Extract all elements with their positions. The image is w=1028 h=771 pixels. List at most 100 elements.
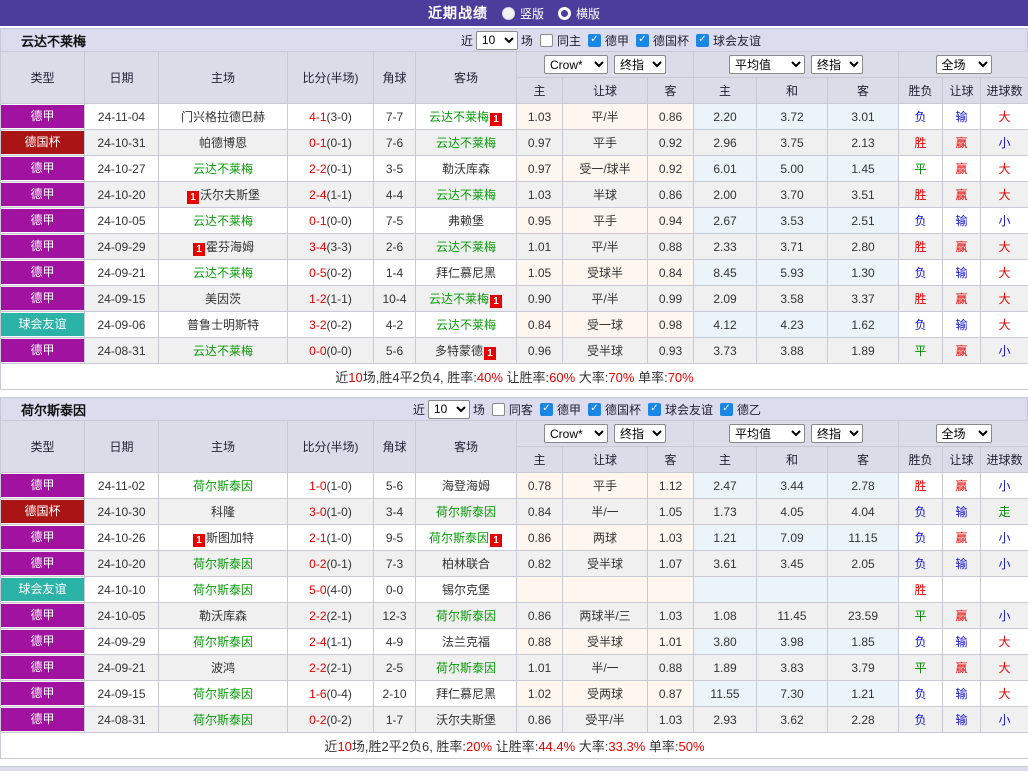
away-team-link[interactable]: 荷尔斯泰因1 xyxy=(429,531,503,545)
avg-home: 1.21 xyxy=(694,525,757,551)
avg-away: 1.30 xyxy=(828,260,899,286)
home-team-link[interactable]: 门兴格拉德巴赫 xyxy=(181,110,265,124)
league-checkbox[interactable]: ✓ xyxy=(636,34,649,47)
away-team-link[interactable]: 弗赖堡 xyxy=(448,214,484,228)
full-time-score[interactable]: 4-1 xyxy=(309,110,326,124)
full-time-score[interactable]: 0-1 xyxy=(309,214,326,228)
home-team-link[interactable]: 荷尔斯泰因 xyxy=(193,635,253,649)
full-time-score[interactable]: 0-2 xyxy=(309,713,326,727)
home-team-link[interactable]: 荷尔斯泰因 xyxy=(193,687,253,701)
home-team-link[interactable]: 1斯图加特 xyxy=(192,531,254,545)
full-time-score[interactable]: 1-2 xyxy=(309,292,326,306)
home-team-link[interactable]: 帕德博恩 xyxy=(199,136,247,150)
away-team-link[interactable]: 拜仁慕尼黑 xyxy=(436,687,496,701)
avg-home: 3.80 xyxy=(694,629,757,655)
odds-away: 1.12 xyxy=(648,473,694,499)
away-team-link[interactable]: 云达不莱梅1 xyxy=(429,110,503,124)
home-team-link[interactable]: 勒沃库森 xyxy=(199,609,247,623)
full-time-score[interactable]: 2-1 xyxy=(309,531,326,545)
full-time-score[interactable]: 5-0 xyxy=(309,583,326,597)
home-team-link[interactable]: 云达不莱梅 xyxy=(193,266,253,280)
radio-vertical[interactable]: 竖版 xyxy=(502,5,544,22)
home-team-link[interactable]: 波鸿 xyxy=(211,661,235,675)
full-time-score[interactable]: 2-2 xyxy=(309,661,326,675)
home-team-link[interactable]: 云达不莱梅 xyxy=(193,344,253,358)
home-team-link[interactable]: 云达不莱梅 xyxy=(193,162,253,176)
average-select[interactable]: 平均值 xyxy=(729,55,805,74)
full-time-score[interactable]: 0-2 xyxy=(309,557,326,571)
home-team-link[interactable]: 1沃尔夫斯堡 xyxy=(186,188,260,202)
full-time-score[interactable]: 1-0 xyxy=(309,479,326,493)
full-time-score[interactable]: 3-0 xyxy=(309,505,326,519)
full-time-score[interactable]: 2-4 xyxy=(309,635,326,649)
summary-segment: 40% xyxy=(477,370,503,385)
league-checkbox[interactable]: ✓ xyxy=(720,403,733,416)
odds-away: 0.92 xyxy=(648,156,694,182)
league-checkbox[interactable]: ✓ xyxy=(648,403,661,416)
final-index-select[interactable]: 终指 xyxy=(614,55,666,74)
league-checkbox[interactable]: ✓ xyxy=(696,34,709,47)
full-time-score[interactable]: 0-5 xyxy=(309,266,326,280)
match-count-select[interactable]: 10 xyxy=(428,400,470,419)
odds-away: 0.92 xyxy=(648,130,694,156)
home-team-link[interactable]: 荷尔斯泰因 xyxy=(193,557,253,571)
home-team-link[interactable]: 普鲁士明斯特 xyxy=(187,318,259,332)
away-team-link[interactable]: 海登海姆 xyxy=(442,479,490,493)
home-team-link[interactable]: 荷尔斯泰因 xyxy=(193,479,253,493)
away-team-link[interactable]: 法兰克福 xyxy=(442,635,490,649)
full-time-score[interactable]: 0-1 xyxy=(309,136,326,150)
corner-count: 4-9 xyxy=(374,629,416,655)
final-index-select[interactable]: 终指 xyxy=(614,424,666,443)
full-time-score[interactable]: 2-2 xyxy=(309,162,326,176)
away-team-link[interactable]: 荷尔斯泰因 xyxy=(436,661,496,675)
radio-unselected-icon[interactable] xyxy=(558,7,571,20)
away-team-link[interactable]: 沃尔夫斯堡 xyxy=(436,713,496,727)
final-index-select[interactable]: 终指 xyxy=(811,55,863,74)
league-checkbox[interactable]: ✓ xyxy=(588,403,601,416)
full-time-score[interactable]: 3-2 xyxy=(309,318,326,332)
away-team-link[interactable]: 锡尔克堡 xyxy=(442,583,490,597)
radio-horizontal[interactable]: 横版 xyxy=(558,5,600,22)
goals-result-value: 小 xyxy=(981,130,1028,156)
away-team-link[interactable]: 云达不莱梅 xyxy=(436,240,496,254)
bookmaker-select[interactable]: Crow* xyxy=(544,424,608,443)
home-team-link[interactable]: 1霍芬海姆 xyxy=(192,240,254,254)
home-team-link[interactable]: 美因茨 xyxy=(205,292,241,306)
away-team-link[interactable]: 云达不莱梅1 xyxy=(429,292,503,306)
away-team-link[interactable]: 荷尔斯泰因 xyxy=(436,609,496,623)
avg-away: 1.85 xyxy=(828,629,899,655)
full-time-score[interactable]: 2-2 xyxy=(309,609,326,623)
away-team-link[interactable]: 云达不莱梅 xyxy=(436,318,496,332)
full-time-score[interactable]: 2-4 xyxy=(309,188,326,202)
scope-select[interactable]: 全场 xyxy=(936,55,992,74)
match-count-select[interactable]: 10 xyxy=(476,31,518,50)
home-team-link[interactable]: 云达不莱梅 xyxy=(193,214,253,228)
away-team-link[interactable]: 荷尔斯泰因 xyxy=(436,505,496,519)
away-team-link[interactable]: 云达不莱梅 xyxy=(436,188,496,202)
away-team-link[interactable]: 柏林联合 xyxy=(442,557,490,571)
same-side-checkbox[interactable] xyxy=(540,34,553,47)
league-checkbox[interactable]: ✓ xyxy=(540,403,553,416)
average-select[interactable]: 平均值 xyxy=(729,424,805,443)
final-index-select[interactable]: 终指 xyxy=(811,424,863,443)
home-team-link[interactable]: 科隆 xyxy=(211,505,235,519)
radio-selected-icon[interactable] xyxy=(502,7,515,20)
home-team-cell: 1沃尔夫斯堡 xyxy=(159,182,288,208)
full-time-score[interactable]: 3-4 xyxy=(309,240,326,254)
scope-select[interactable]: 全场 xyxy=(936,424,992,443)
bookmaker-select[interactable]: Crow* xyxy=(544,55,608,74)
score-cell: 2-2(2-1) xyxy=(288,603,374,629)
home-team-link[interactable]: 荷尔斯泰因 xyxy=(193,583,253,597)
same-side-checkbox[interactable] xyxy=(492,403,505,416)
rank-badge: 1 xyxy=(193,534,205,547)
away-team-link[interactable]: 拜仁慕尼黑 xyxy=(436,266,496,280)
away-team-link[interactable]: 云达不莱梅 xyxy=(436,136,496,150)
header-type: 类型 xyxy=(1,421,85,473)
league-cell: 德甲 xyxy=(1,525,85,551)
full-time-score[interactable]: 1-6 xyxy=(309,687,326,701)
away-team-link[interactable]: 多特蒙德1 xyxy=(435,344,497,358)
league-checkbox[interactable]: ✓ xyxy=(588,34,601,47)
away-team-link[interactable]: 勒沃库森 xyxy=(442,162,490,176)
full-time-score[interactable]: 0-0 xyxy=(309,344,326,358)
home-team-link[interactable]: 荷尔斯泰因 xyxy=(193,713,253,727)
